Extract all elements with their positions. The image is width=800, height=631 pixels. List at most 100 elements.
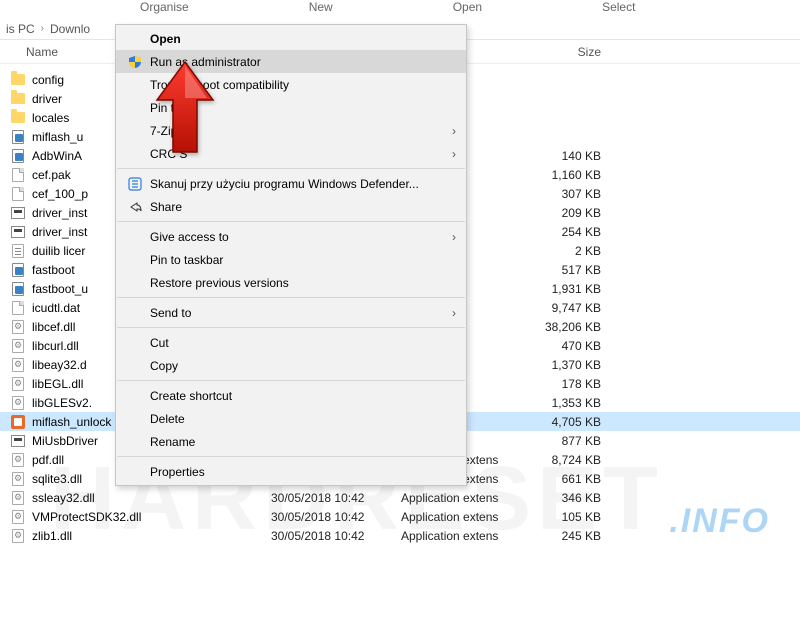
file-size: 346 KB (521, 491, 611, 505)
ctx-give-access[interactable]: Give access to › (116, 225, 466, 248)
blank-icon (126, 335, 144, 351)
txt-icon (10, 244, 26, 258)
breadcrumb-downloads[interactable]: Downlo (50, 22, 90, 36)
blank-icon (126, 146, 144, 162)
ctx-crc[interactable]: CRC S › (116, 142, 466, 165)
exe-icon (10, 282, 26, 296)
dll-icon (10, 472, 26, 486)
ribbon-open[interactable]: Open (453, 0, 482, 14)
chevron-right-icon: › (452, 230, 456, 244)
box-icon (10, 434, 26, 448)
ribbon-select[interactable]: Select (602, 0, 635, 14)
ctx-send-to-label: Send to (150, 306, 430, 320)
file-type: Application extens (401, 529, 521, 543)
ctx-defender[interactable]: Skanuj przy użyciu programu Windows Defe… (116, 172, 466, 195)
dll-icon (10, 377, 26, 391)
file-size: 1,370 KB (521, 358, 611, 372)
ribbon-new[interactable]: New (309, 0, 333, 14)
box-icon (10, 225, 26, 239)
ctx-properties-label: Properties (150, 465, 430, 479)
file-icon (10, 168, 26, 182)
ctx-send-to[interactable]: Send to › (116, 301, 466, 324)
dll-icon (10, 529, 26, 543)
blank-icon (126, 358, 144, 374)
file-size: 8,724 KB (521, 453, 611, 467)
file-date: 30/05/2018 10:42 (271, 510, 401, 524)
ctx-run-as-admin[interactable]: Run as administrator (116, 50, 466, 73)
file-name: VMProtectSDK32.dll (32, 510, 271, 524)
box-icon (10, 206, 26, 220)
separator (117, 456, 465, 457)
blank-icon (126, 305, 144, 321)
ctx-7zip[interactable]: 7-Zip › (116, 119, 466, 142)
ctx-create-shortcut[interactable]: Create shortcut (116, 384, 466, 407)
file-size: 178 KB (521, 377, 611, 391)
ctx-share[interactable]: Share (116, 195, 466, 218)
folder-icon (10, 111, 26, 125)
defender-icon (126, 176, 144, 192)
folder-icon (10, 73, 26, 87)
exe-icon (10, 263, 26, 277)
ctx-cut[interactable]: Cut (116, 331, 466, 354)
ctx-pin-taskbar-label: Pin to taskbar (150, 253, 430, 267)
chevron-right-icon: › (452, 147, 456, 161)
ctx-pin-start-label: Pin t (150, 101, 430, 115)
file-type: Application extens (401, 510, 521, 524)
dll-icon (10, 358, 26, 372)
ctx-defender-label: Skanuj przy użyciu programu Windows Defe… (150, 177, 430, 191)
ctx-properties[interactable]: Properties (116, 460, 466, 483)
file-date: 30/05/2018 10:42 (271, 529, 401, 543)
blank-icon (126, 123, 144, 139)
separator (117, 221, 465, 222)
ctx-restore-label: Restore previous versions (150, 276, 430, 290)
file-size: 38,206 KB (521, 320, 611, 334)
file-size: 1,353 KB (521, 396, 611, 410)
blank-icon (126, 464, 144, 480)
ribbon-organise[interactable]: Organise (140, 0, 189, 14)
chevron-right-icon: › (452, 306, 456, 320)
file-row[interactable]: VMProtectSDK32.dll30/05/2018 10:42Applic… (0, 507, 800, 526)
ribbon: Organise New Open Select (0, 0, 800, 18)
blank-icon (126, 434, 144, 450)
ctx-cut-label: Cut (150, 336, 430, 350)
file-type: Application extens (401, 491, 521, 505)
header-size[interactable]: Size (521, 45, 611, 59)
ctx-copy-label: Copy (150, 359, 430, 373)
ctx-copy[interactable]: Copy (116, 354, 466, 377)
ctx-rename-label: Rename (150, 435, 430, 449)
ctx-rename[interactable]: Rename (116, 430, 466, 453)
file-size: 517 KB (521, 263, 611, 277)
blank-icon (126, 100, 144, 116)
chevron-right-icon: › (452, 124, 456, 138)
file-size: 1,931 KB (521, 282, 611, 296)
ctx-shortcut-label: Create shortcut (150, 389, 430, 403)
ctx-pin-start[interactable]: Pin t (116, 96, 466, 119)
blank-icon (126, 229, 144, 245)
context-menu: Open Run as administrator Troubleshoot c… (115, 24, 467, 486)
dll-icon (10, 510, 26, 524)
blank-icon (126, 77, 144, 93)
file-size: 4,705 KB (521, 415, 611, 429)
share-icon (126, 199, 144, 215)
ctx-troubleshoot-compat[interactable]: Troubleshoot compatibility (116, 73, 466, 96)
shield-icon (126, 54, 144, 70)
file-row[interactable]: zlib1.dll30/05/2018 10:42Application ext… (0, 526, 800, 545)
file-size: 209 KB (521, 206, 611, 220)
ctx-restore[interactable]: Restore previous versions (116, 271, 466, 294)
dll-icon (10, 396, 26, 410)
ctx-compat-label: Troubleshoot compatibility (150, 78, 430, 92)
file-size: 307 KB (521, 187, 611, 201)
dll-icon (10, 320, 26, 334)
breadcrumb-pc[interactable]: is PC (6, 22, 35, 36)
file-row[interactable]: ssleay32.dll30/05/2018 10:42Application … (0, 488, 800, 507)
ctx-delete[interactable]: Delete (116, 407, 466, 430)
blank-icon (126, 252, 144, 268)
file-size: 245 KB (521, 529, 611, 543)
ctx-open[interactable]: Open (116, 27, 466, 50)
ctx-pin-taskbar[interactable]: Pin to taskbar (116, 248, 466, 271)
exe-icon (10, 130, 26, 144)
file-size: 9,747 KB (521, 301, 611, 315)
ctx-delete-label: Delete (150, 412, 430, 426)
file-size: 254 KB (521, 225, 611, 239)
file-size: 140 KB (521, 149, 611, 163)
